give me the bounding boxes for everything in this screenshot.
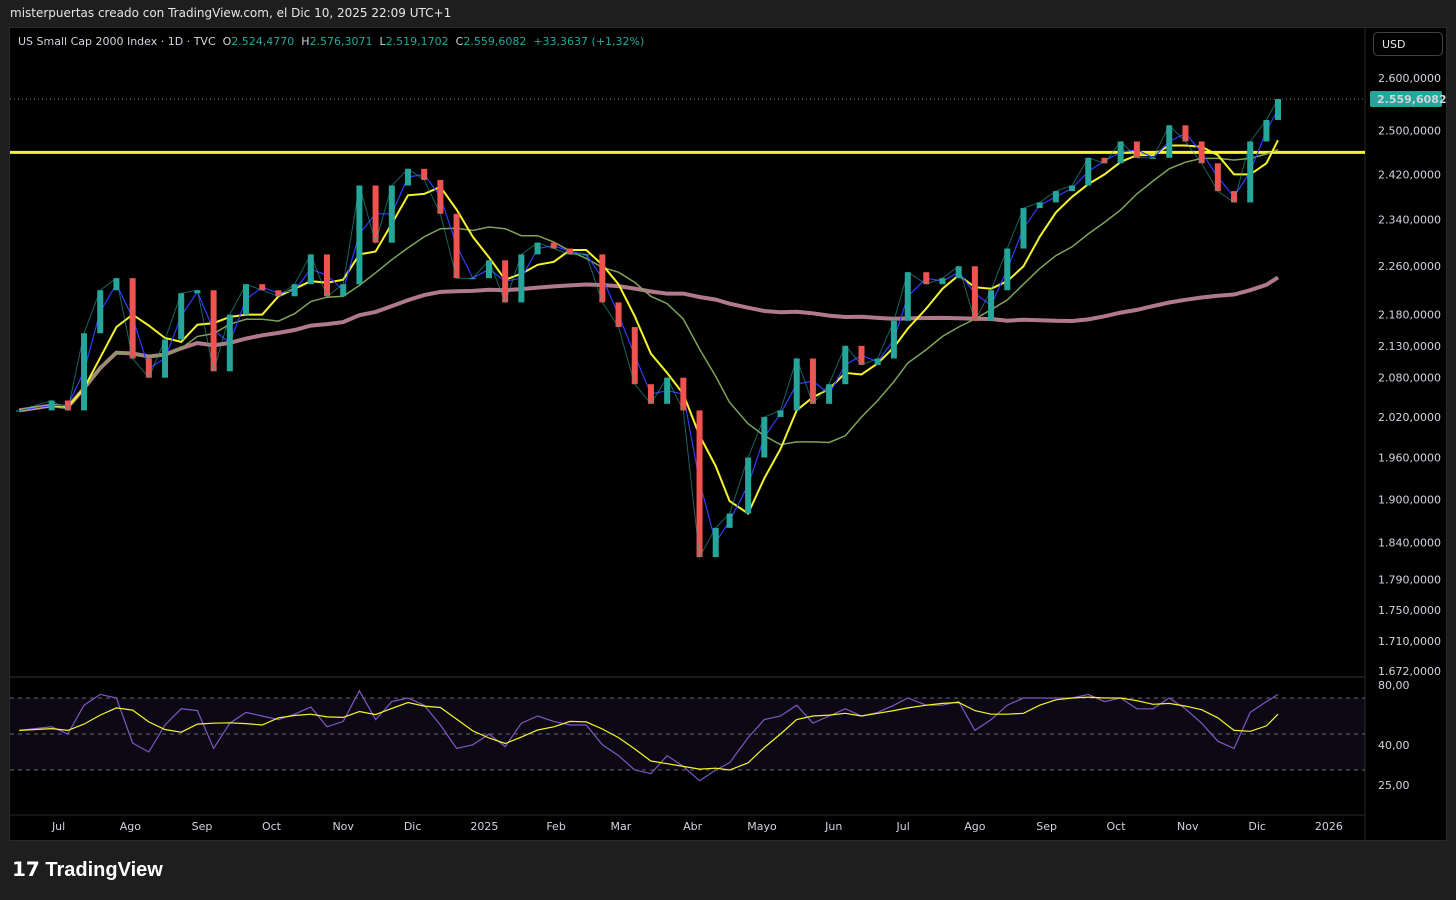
price-tick-label: 1.672,0000: [1378, 665, 1441, 678]
tv-logo-icon: 𝟭𝟳: [12, 859, 46, 881]
price-tick-label: 2.420,0000: [1378, 168, 1441, 181]
time-tick-label: Jun: [824, 820, 842, 833]
price-bar: [745, 457, 752, 514]
low-value: 2.519,1702: [385, 35, 449, 48]
time-tick-label: Ago: [964, 820, 986, 833]
time-tick-label: Feb: [546, 820, 565, 833]
time-tick-label: Abr: [683, 820, 703, 833]
time-tick-label: Sep: [192, 820, 213, 833]
time-tick-label: Dic: [1248, 820, 1266, 833]
time-tick-label: Oct: [1107, 820, 1127, 833]
close-value: 2.559,6082: [463, 35, 527, 48]
price-tick-label: 2.340,0000: [1378, 214, 1441, 227]
change-value: +33,3637 (+1,32%): [533, 35, 645, 48]
ma-mid-line: [19, 139, 1279, 515]
time-tick-label: Mar: [610, 820, 631, 833]
price-tick-label: 1.790,0000: [1378, 573, 1441, 586]
price-tick-label: 2.260,0000: [1378, 260, 1441, 273]
rsi-tick-label: 40,00: [1378, 739, 1410, 752]
price-tick-label: 1.840,0000: [1378, 536, 1441, 549]
time-tick-label: 2026: [1315, 820, 1343, 833]
time-tick-label: Oct: [262, 820, 282, 833]
price-tick-label: 2.130,0000: [1378, 340, 1441, 353]
price-tick-label: 2.180,0000: [1378, 309, 1441, 322]
time-tick-label: Nov: [1177, 820, 1199, 833]
price-tick-label: 2.600,0000: [1378, 72, 1441, 85]
currency-button[interactable]: USD: [1373, 32, 1443, 56]
last-price-label: 2.559,6082: [1377, 93, 1447, 106]
rsi-tick-label: 25,00: [1378, 779, 1410, 792]
price-tick-label: 1.960,0000: [1378, 452, 1441, 465]
price-tick-label: 1.710,0000: [1378, 635, 1441, 648]
price-bar: [16, 410, 23, 412]
high-label: H: [301, 35, 310, 48]
open-label: O: [222, 35, 232, 48]
price-tick-label: 2.500,0000: [1378, 125, 1441, 138]
time-tick-label: Jul: [51, 820, 65, 833]
time-tick-label: Nov: [332, 820, 354, 833]
high-value: 2.576,3071: [309, 35, 373, 48]
tradingview-logo[interactable]: 𝟭𝟳 TradingView: [12, 857, 163, 882]
symbol-title: US Small Cap 2000 Index · 1D · TVC: [18, 35, 216, 48]
price-tick-label: 1.750,0000: [1378, 604, 1441, 617]
open-value: 2.524,4770: [231, 35, 295, 48]
symbol-legend: US Small Cap 2000 Index · 1D · TVC O2.52…: [18, 35, 644, 48]
time-tick-label: Mayo: [747, 820, 777, 833]
time-tick-label: Dic: [404, 820, 422, 833]
time-tick-label: 2025: [470, 820, 498, 833]
time-tick-label: Sep: [1036, 820, 1057, 833]
price-tick-label: 2.020,0000: [1378, 411, 1441, 424]
time-tick-label: Jul: [896, 820, 910, 833]
price-chart[interactable]: 2.600,0000 2.500,0000 2.420,0000 2.340,0000…: [0, 0, 1456, 900]
price-tick-label: 2.080,0000: [1378, 372, 1441, 385]
rsi-tick-label: 80,00: [1378, 679, 1410, 692]
price-tick-label: 1.900,0000: [1378, 493, 1441, 506]
logo-text: TradingView: [45, 859, 163, 881]
time-tick-label: Ago: [120, 820, 142, 833]
